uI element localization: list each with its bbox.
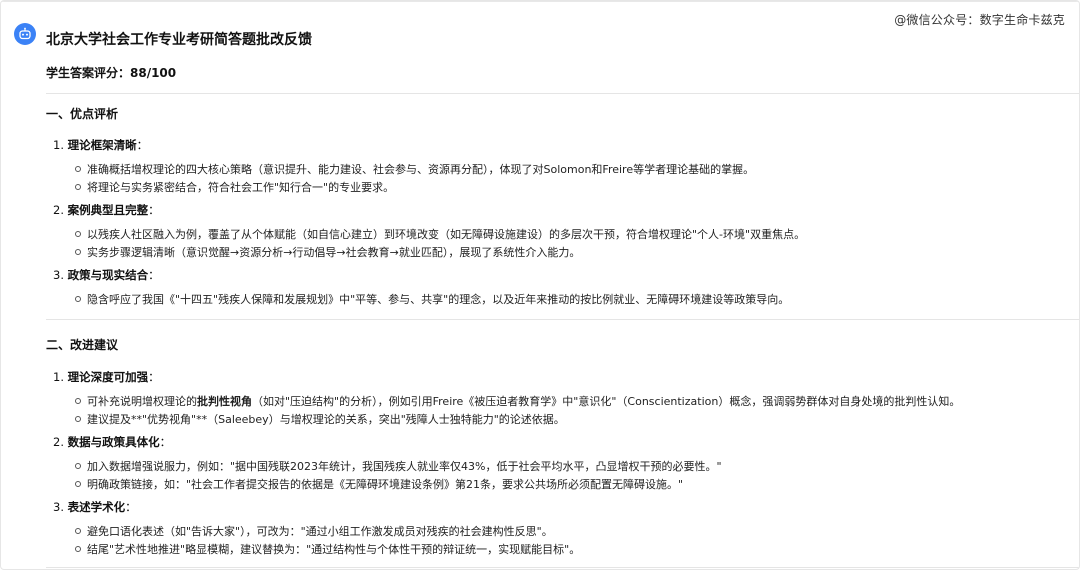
divider: [46, 93, 1079, 94]
bullet-dot-icon: [75, 398, 81, 404]
divider: [46, 567, 1079, 568]
score-label: 学生答案评分：88/100: [46, 66, 177, 80]
top-border: [1, 1, 1079, 2]
list-item: 可补充说明增权理论的批判性视角（如对"压迫结构"的分析），例如引用Freire《…: [75, 393, 960, 409]
list-item-heading: 2. 数据与政策具体化：: [53, 435, 172, 449]
section-heading-strengths: 一、优点评析: [46, 107, 119, 121]
list-item: 隐含呼应了我国《"十四五"残疾人保障和发展规划》中"平等、参与、共享"的理念，以…: [75, 291, 789, 307]
bullet-dot-icon: [75, 166, 81, 172]
bullet-dot-icon: [75, 463, 81, 469]
list-item-heading: 3. 表述学术化：: [53, 500, 137, 514]
list-item: 准确概括增权理论的四大核心策略（意识提升、能力建设、社会参与、资源再分配），体现…: [75, 161, 754, 177]
bot-avatar-icon: [14, 23, 36, 45]
list-item: 加入数据增强说服力，例如："据中国残联2023年统计，我国残疾人就业率仅43%，…: [75, 458, 722, 474]
list-item: 建议提及**"优势视角"**（Saleebey）与增权理论的关系，突出"残障人士…: [75, 411, 565, 427]
bullet-dot-icon: [75, 231, 81, 237]
feedback-page: @微信公众号：数字生命卡兹克 北京大学社会工作专业考研简答题批改反馈 学生答案评…: [0, 0, 1080, 570]
bullet-dot-icon: [75, 481, 81, 487]
bullet-dot-icon: [75, 184, 81, 190]
list-item: 避免口语化表述（如"告诉大家"），可改为："通过小组工作激发成员对残疾的社会建构…: [75, 523, 553, 539]
list-item: 实务步骤逻辑清晰（意识觉醒→资源分析→行动倡导→社会教育→就业匹配），展现了系统…: [75, 244, 580, 260]
list-item-heading: 1. 理论深度可加强：: [53, 370, 160, 384]
bullet-dot-icon: [75, 416, 81, 422]
robot-face-icon: [19, 27, 31, 40]
bullet-dot-icon: [75, 528, 81, 534]
section-heading-suggestions: 二、改进建议: [46, 338, 119, 352]
list-item: 结尾"艺术性地推进"略显模糊，建议替换为："通过结构性与个体性干预的辩证统一，实…: [75, 541, 580, 557]
page-title: 北京大学社会工作专业考研简答题批改反馈: [46, 32, 312, 48]
list-item-heading: 2. 案例典型且完整：: [53, 203, 160, 217]
bullet-dot-icon: [75, 249, 81, 255]
bullet-dot-icon: [75, 546, 81, 552]
list-item-heading: 1. 理论框架清晰：: [53, 138, 149, 152]
divider: [46, 319, 1079, 320]
watermark: @微信公众号：数字生命卡兹克: [894, 13, 1065, 27]
list-item: 明确政策链接，如："社会工作者提交报告的依据是《无障碍环境建设条例》第21条，要…: [75, 476, 683, 492]
list-item-heading: 3. 政策与现实结合：: [53, 268, 160, 282]
list-item: 将理论与实务紧密结合，符合社会工作"知行合一"的专业要求。: [75, 179, 394, 195]
bullet-dot-icon: [75, 296, 81, 302]
list-item: 以残疾人社区融入为例，覆盖了从个体赋能（如自信心建立）到环境改变（如无障碍设施建…: [75, 226, 805, 242]
